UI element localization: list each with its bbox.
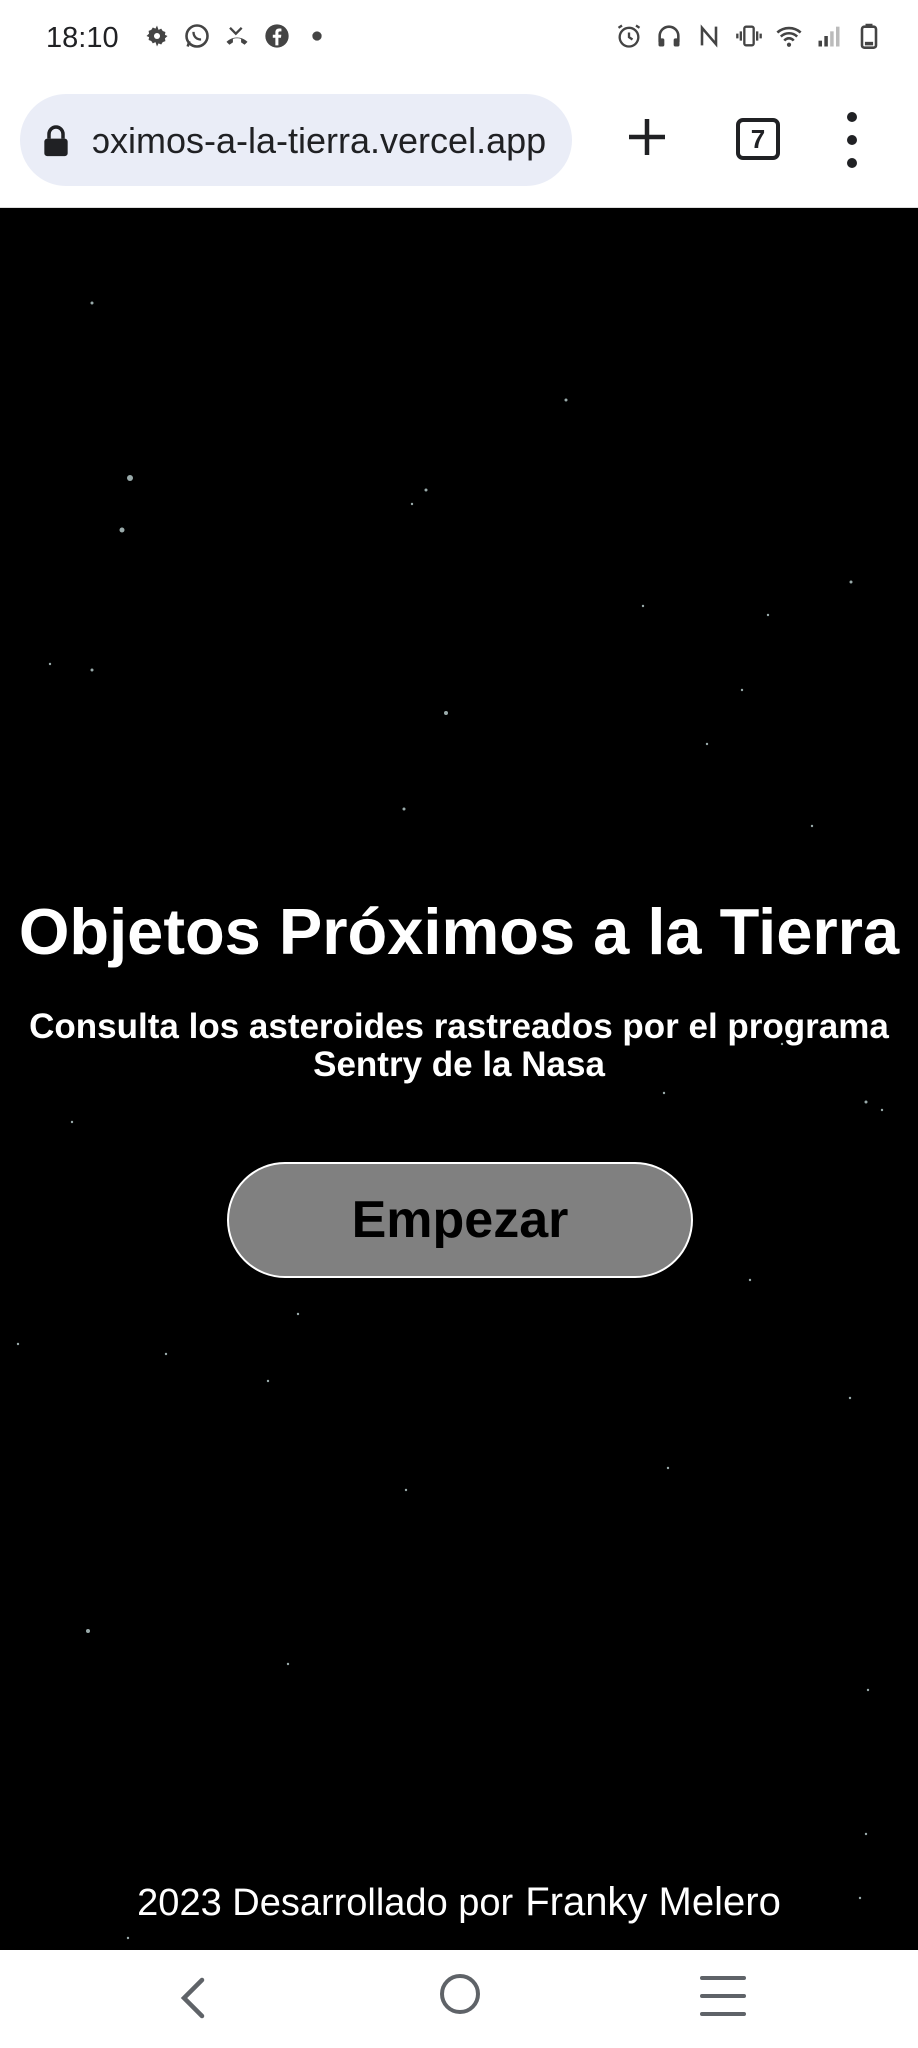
page-title: Objetos Próximos a la Tierra — [18, 895, 900, 968]
home-icon[interactable] — [440, 1974, 480, 2014]
new-tab-button[interactable] — [618, 108, 676, 166]
tab-count: 7 — [750, 123, 766, 154]
lock-icon — [44, 125, 68, 157]
star — [126, 1936, 130, 1940]
star — [641, 604, 645, 608]
star — [48, 662, 52, 666]
star — [286, 1662, 290, 1666]
star — [266, 1379, 270, 1383]
star — [424, 488, 428, 492]
footer-author: Franky Melero — [525, 1880, 781, 1924]
status-left-icons — [142, 20, 332, 52]
star — [296, 1312, 300, 1316]
plus-icon — [629, 119, 665, 155]
facebook-icon — [262, 20, 292, 52]
dot-icon — [302, 20, 332, 52]
system-navigation-bar — [0, 1950, 918, 2048]
start-button[interactable]: Empezar — [227, 1162, 693, 1278]
status-time: 18:10 — [46, 22, 119, 54]
whatsapp-icon — [182, 20, 212, 52]
star — [666, 1466, 670, 1470]
recent-apps-icon[interactable] — [700, 1976, 746, 2016]
back-icon[interactable] — [172, 1972, 216, 2024]
browser-menu-button[interactable] — [832, 112, 872, 168]
star — [848, 1396, 852, 1400]
star — [70, 1120, 74, 1124]
tab-switcher-button[interactable]: 7 — [736, 118, 780, 160]
star — [705, 742, 709, 746]
star — [864, 1100, 868, 1104]
footer-text: 2023 Desarrollado por — [137, 1882, 514, 1924]
browser-toolbar: ɔximos-a-la-tierra.vercel.app 7 — [0, 76, 918, 208]
star — [810, 824, 814, 828]
menu-dot-icon — [847, 135, 857, 145]
star — [766, 613, 770, 617]
star — [662, 1091, 666, 1095]
web-content: Objetos Próximos a la Tierra Consulta lo… — [0, 208, 918, 1950]
star — [404, 1488, 408, 1492]
star — [90, 668, 94, 672]
alarm-icon — [614, 20, 644, 52]
star — [16, 1342, 20, 1346]
star — [127, 475, 133, 481]
menu-dot-icon — [847, 112, 857, 122]
star — [410, 502, 414, 506]
wifi-icon — [774, 20, 804, 52]
star — [866, 1688, 870, 1692]
battery-icon — [854, 20, 884, 52]
star — [86, 1629, 90, 1633]
headphones-icon — [654, 20, 684, 52]
star — [164, 1352, 168, 1356]
footer: 2023 Desarrollado por Franky Melero — [0, 1880, 918, 1925]
star — [740, 688, 744, 692]
page-subtitle: Consulta los asteroides rastreados por e… — [29, 1007, 889, 1084]
star — [402, 807, 406, 811]
menu-dot-icon — [847, 158, 857, 168]
star — [864, 1832, 868, 1836]
star — [119, 527, 125, 533]
star — [748, 1278, 752, 1282]
signal-icon — [814, 20, 844, 52]
star — [564, 398, 568, 402]
star — [90, 301, 94, 305]
status-right-icons — [614, 20, 884, 52]
url-text[interactable]: ɔximos-a-la-tierra.vercel.app — [92, 120, 562, 162]
nfc-icon — [694, 20, 724, 52]
star — [880, 1108, 884, 1112]
address-bar[interactable]: ɔximos-a-la-tierra.vercel.app — [20, 94, 572, 186]
star — [444, 711, 448, 715]
status-bar: 18:10 — [0, 0, 918, 76]
gear-icon — [142, 20, 172, 52]
vibrate-icon — [734, 20, 764, 52]
missed-call-icon — [222, 20, 252, 52]
star — [849, 580, 853, 584]
